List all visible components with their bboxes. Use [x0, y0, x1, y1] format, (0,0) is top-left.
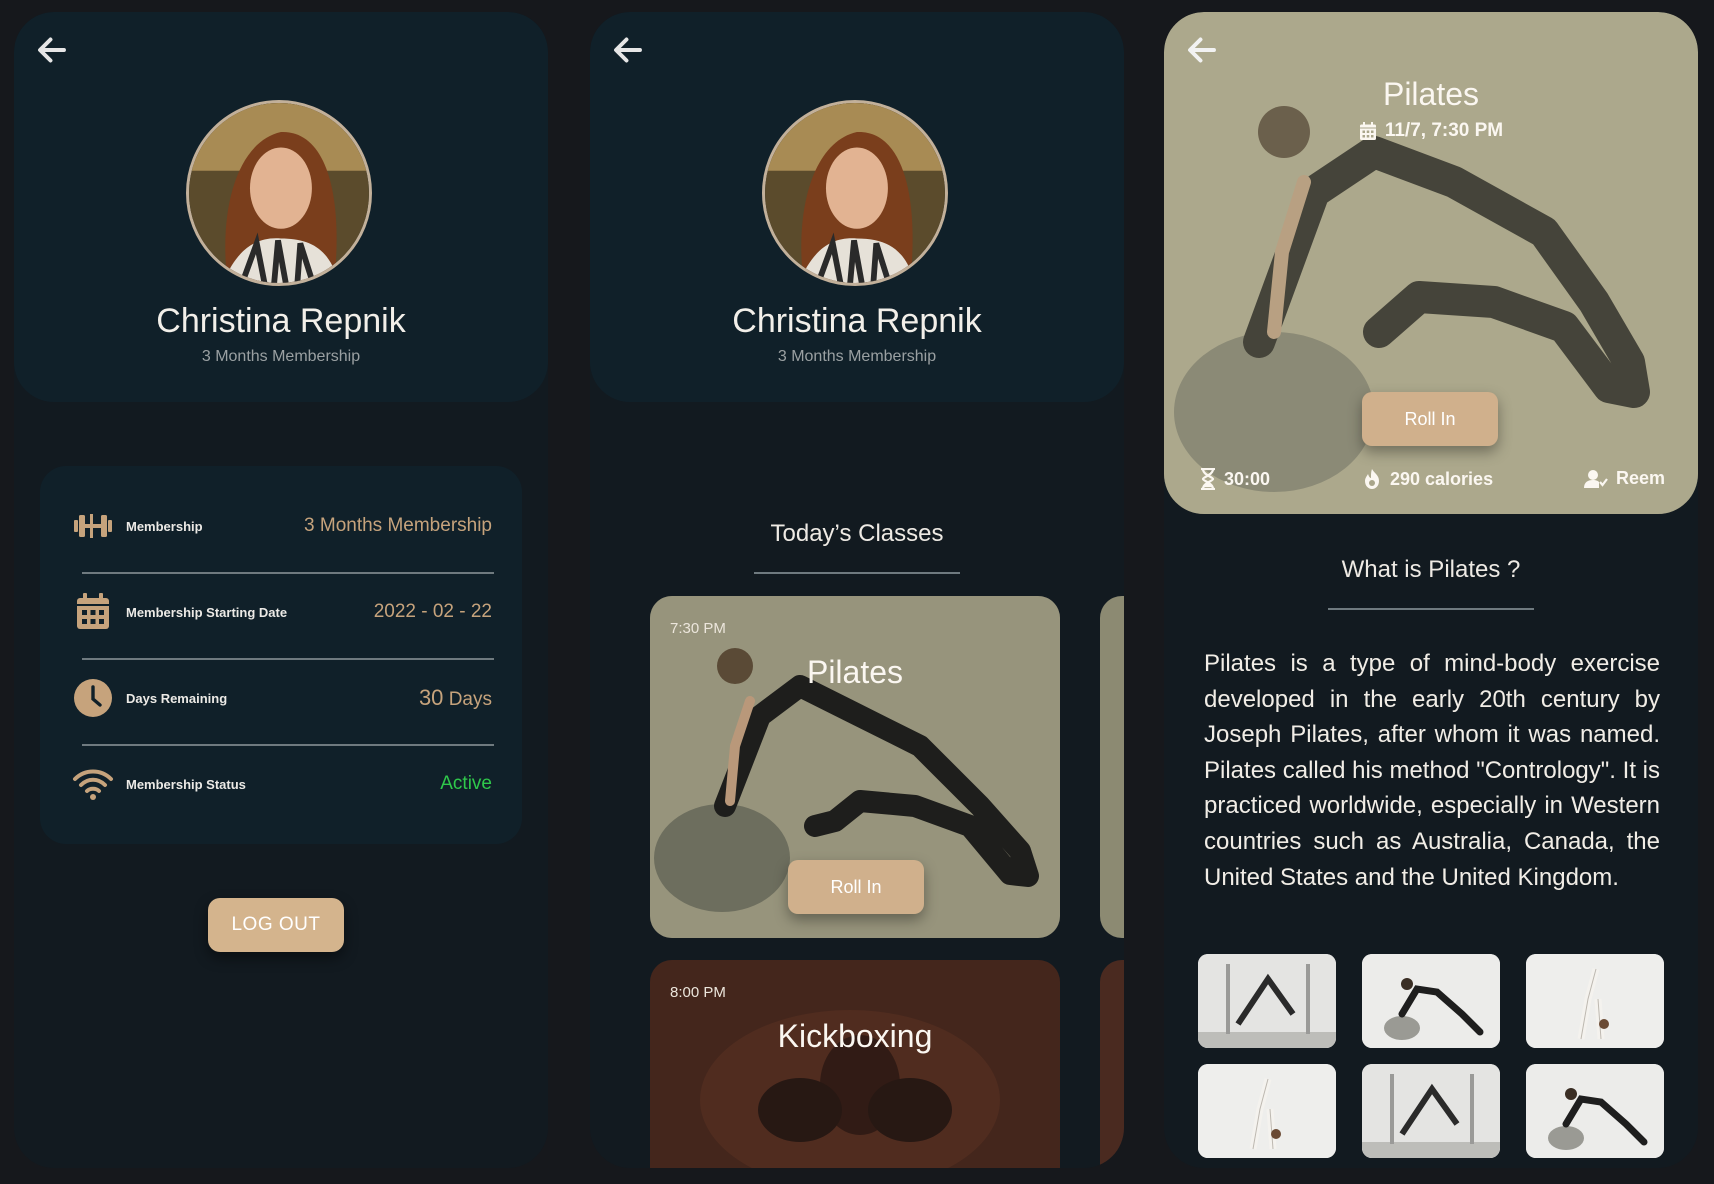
membership-row: Membership 3 Months Membership	[72, 496, 492, 556]
profile-name: Christina Repnik	[156, 302, 406, 340]
back-arrow-icon[interactable]	[610, 32, 646, 68]
next-class-peek[interactable]	[1100, 960, 1124, 1168]
start-date-row: Membership Starting Date 2022 - 02 - 22	[72, 582, 492, 642]
days-unit: Days	[448, 689, 492, 710]
detail-label: Days Remaining	[126, 690, 228, 706]
detail-value: 3 Months Membership	[304, 515, 492, 536]
next-class-peek[interactable]	[1100, 596, 1124, 938]
title-underline	[1328, 608, 1534, 610]
about-text: Pilates is a type of mind-body exercise …	[1204, 650, 1660, 891]
roll-in-button[interactable]: Roll In	[1362, 392, 1498, 446]
class-title: Pilates	[1382, 76, 1480, 112]
gallery-thumbnail[interactable]	[1198, 1064, 1336, 1158]
profile-membership: 3 Months Membership	[777, 348, 937, 365]
profile-membership: 3 Months Membership	[201, 348, 361, 365]
days-number: 30	[418, 685, 444, 710]
class-name: Pilates	[806, 654, 904, 690]
back-arrow-icon[interactable]	[34, 32, 70, 68]
divider	[82, 744, 494, 746]
detail-value: 30 Days	[419, 685, 492, 711]
membership-details-card: Membership 3 Months Membership Membershi…	[40, 466, 522, 844]
calendar-icon	[72, 591, 114, 633]
class-card-kickboxing[interactable]: 8:00 PM Kickboxing	[650, 960, 1060, 1168]
calories-value: 290 calories	[1390, 468, 1494, 489]
status-row: Membership Status Active	[72, 754, 492, 814]
dumbbell-icon	[72, 505, 114, 547]
back-arrow-icon[interactable]	[1184, 32, 1220, 68]
class-time: 8:00 PM	[670, 984, 726, 1001]
detail-label: Membership Status	[126, 776, 246, 792]
calories-stat: 290 calories	[1362, 468, 1493, 490]
trainer-name: Reem	[1616, 468, 1666, 488]
duration-stat: 30:00	[1200, 468, 1270, 490]
title-underline	[754, 572, 960, 574]
class-card-pilates[interactable]: 7:30 PM Pilates Roll In	[650, 596, 1060, 938]
avatar	[762, 100, 948, 286]
detail-value: 2022 - 02 - 22	[373, 601, 492, 622]
days-remaining-row: Days Remaining 30 Days	[72, 668, 492, 728]
divider	[82, 658, 494, 660]
status-value: Active	[440, 773, 492, 794]
todays-classes-title: Today’s Classes	[770, 520, 944, 547]
avatar	[186, 100, 372, 286]
trainer-stat: Reem	[1584, 468, 1665, 489]
clock-icon	[72, 677, 114, 719]
gallery-thumbnail[interactable]	[1362, 954, 1500, 1048]
trainer-icon	[1584, 469, 1608, 488]
gallery-thumbnail[interactable]	[1526, 954, 1664, 1048]
calendar-icon	[1359, 121, 1376, 140]
profile-name: Christina Repnik	[732, 302, 982, 340]
divider	[82, 572, 494, 574]
roll-in-button[interactable]: Roll In	[788, 860, 924, 914]
logout-button[interactable]: LOG OUT	[208, 898, 344, 952]
gallery-thumbnail[interactable]	[1198, 954, 1336, 1048]
about-title: What is Pilates ?	[1341, 556, 1521, 583]
class-hero: Pilates 11/7, 7:30 PM Roll In 30:00 290 …	[1164, 12, 1698, 514]
gallery-thumbnail[interactable]	[1362, 1064, 1500, 1158]
detail-label: Membership	[126, 518, 203, 534]
classes-screen: Christina Repnik 3 Months Membership Tod…	[590, 12, 1124, 1168]
profile-screen: Christina Repnik 3 Months Membership Mem…	[14, 12, 548, 1168]
gallery-thumbnail[interactable]	[1526, 1064, 1664, 1158]
detail-label: Membership Starting Date	[126, 604, 288, 620]
profile-header: Christina Repnik 3 Months Membership	[14, 12, 548, 402]
wifi-icon	[72, 763, 114, 805]
class-time: 7:30 PM	[670, 620, 726, 637]
class-date: 11/7, 7:30 PM	[1164, 120, 1698, 142]
hourglass-icon	[1201, 468, 1215, 490]
duration-value: 30:00	[1224, 468, 1271, 489]
class-name: Kickboxing	[777, 1018, 933, 1054]
flame-icon	[1365, 469, 1379, 489]
class-detail-screen: Pilates 11/7, 7:30 PM Roll In 30:00 290 …	[1164, 12, 1698, 1168]
profile-header: Christina Repnik 3 Months Membership	[590, 12, 1124, 402]
class-date-text: 11/7, 7:30 PM	[1384, 120, 1504, 141]
